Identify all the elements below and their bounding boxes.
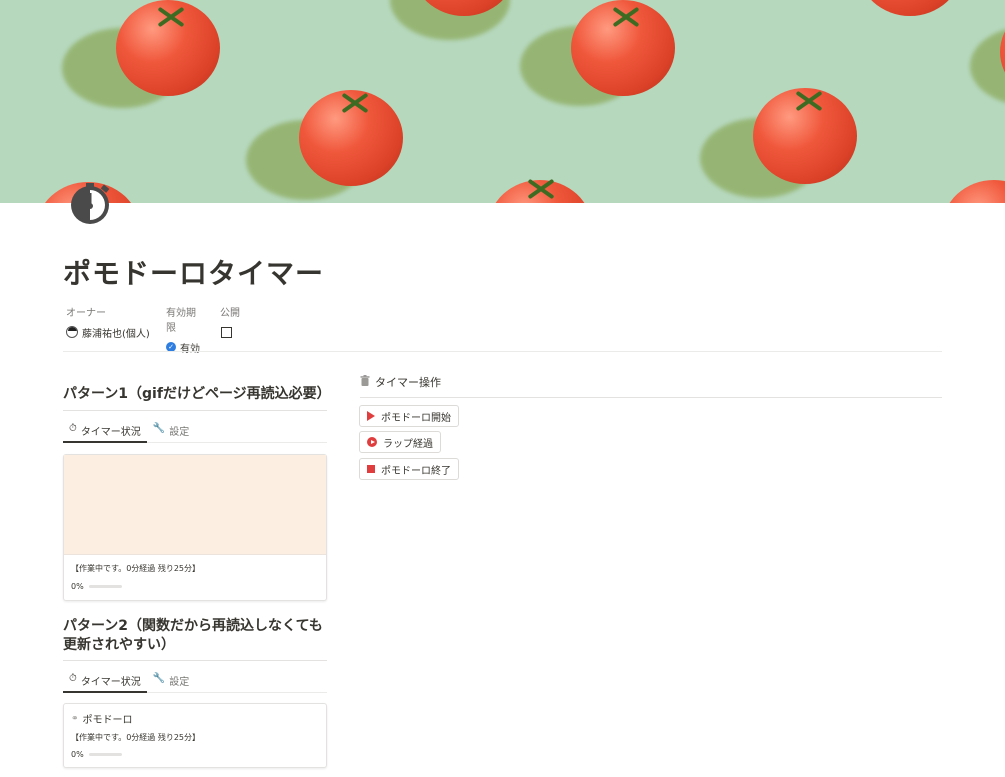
timer-ops-heading: タイマー操作: [360, 374, 441, 390]
property-owner[interactable]: オーナー 藤浦祐也(個人): [66, 304, 150, 354]
wrench-icon: 🔧: [152, 673, 166, 684]
card-title: ⚭ ポモドーロ: [64, 704, 326, 727]
property-label: 有効期限: [166, 308, 196, 334]
button-label: ポモドーロ開始: [381, 412, 451, 424]
lap-button[interactable]: ラップ経過: [359, 431, 441, 453]
property-expiry[interactable]: 有効期限 ✓ 有効: [166, 304, 204, 355]
page-properties: オーナー 藤浦祐也(個人) 有効期限 ✓ 有効 公開: [66, 304, 240, 355]
pattern1-heading: パターン1（gifだけどページ再読込必要）: [63, 386, 331, 402]
progress-bar: [88, 753, 122, 756]
tab-settings[interactable]: 🔧 設定: [147, 669, 195, 693]
progress-label: 0%: [71, 582, 84, 591]
progress-bar: [88, 585, 122, 588]
tab-timer-status[interactable]: ⏱ タイマー状況: [63, 669, 147, 693]
property-label: 公開: [220, 308, 240, 319]
divider: [63, 410, 327, 411]
heading-text: タイマー操作: [375, 376, 441, 389]
divider: [63, 660, 327, 661]
end-pomodoro-button[interactable]: ポモドーロ終了: [359, 458, 459, 480]
public-checkbox[interactable]: [221, 326, 232, 338]
card-cover: [64, 455, 326, 555]
progress-label: 0%: [71, 750, 84, 759]
pattern2-card[interactable]: ⚭ ポモドーロ 【作業中です。0分経過 残り25分】 0%: [63, 703, 327, 768]
progress: 0%: [64, 743, 326, 759]
progress: 0%: [64, 574, 326, 591]
tab-label: 設定: [169, 427, 190, 438]
pattern2-tabs: ⏱ タイマー状況 🔧 設定: [63, 669, 327, 693]
button-label: ポモドーロ終了: [381, 465, 451, 477]
formula-icon: ⚭: [71, 713, 79, 724]
status-text: 【作業中です。0分経過 残り25分】: [71, 564, 201, 573]
start-pomodoro-button[interactable]: ポモドーロ開始: [359, 405, 459, 427]
page-title: ポモドーロタイマー: [63, 257, 325, 290]
avatar: [66, 326, 78, 338]
tab-label: タイマー状況: [80, 677, 141, 688]
tab-label: タイマー状況: [80, 427, 141, 438]
wrench-icon: 🔧: [152, 423, 166, 434]
stop-icon: [367, 465, 375, 473]
tab-label: 設定: [169, 677, 190, 688]
pattern2-heading: パターン2（関数だから再読込しなくても更新されやすい）: [63, 618, 323, 653]
play-circle-icon: [367, 437, 377, 447]
tab-settings[interactable]: 🔧 設定: [147, 419, 195, 443]
property-value: 有効: [180, 343, 200, 355]
pattern1-card[interactable]: 【作業中です。0分経過 残り25分】 0%: [63, 454, 327, 601]
stopwatch-icon: ⏱: [69, 673, 77, 684]
divider: [63, 351, 942, 352]
cover-image: [0, 0, 1005, 203]
card-title-text: ポモドーロ: [82, 715, 133, 726]
button-label: ラップ経過: [383, 438, 433, 450]
tab-timer-status[interactable]: ⏱ タイマー状況: [63, 419, 147, 443]
stopwatch-icon: ⏱: [69, 423, 77, 434]
divider: [360, 397, 942, 398]
property-public[interactable]: 公開: [220, 304, 240, 354]
property-label: オーナー: [66, 308, 106, 319]
status-text: 【作業中です。0分経過 残り25分】: [71, 733, 201, 742]
play-icon: [367, 411, 375, 421]
stopwatch-icon: [68, 178, 116, 226]
property-value: 藤浦祐也(個人): [82, 328, 150, 340]
pattern1-tabs: ⏱ タイマー状況 🔧 設定: [63, 419, 327, 443]
trash-icon: [360, 375, 370, 389]
